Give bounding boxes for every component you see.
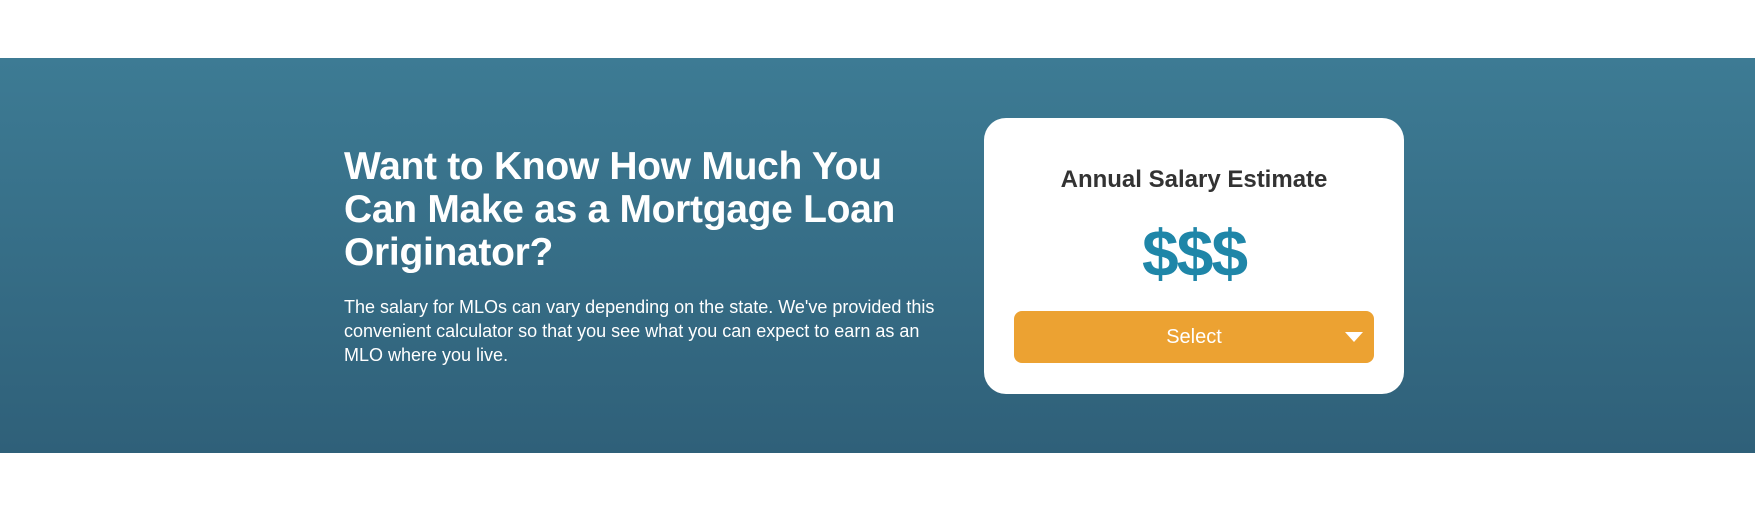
salary-calculator-card: Annual Salary Estimate $$$ Select [984, 118, 1404, 394]
state-select-label: Select [1166, 326, 1222, 348]
hero-headline: Want to Know How Much You Can Make as a … [344, 145, 896, 274]
chevron-down-icon [1345, 332, 1363, 342]
calculator-title: Annual Salary Estimate [1060, 166, 1328, 193]
hero-description: The salary for MLOs can vary depending o… [344, 297, 935, 365]
hero-text-block: Want to Know How Much You Can Make as a … [344, 145, 944, 367]
state-select-dropdown[interactable]: Select [1014, 311, 1374, 363]
salary-hero-section: Want to Know How Much You Can Make as a … [0, 58, 1755, 453]
salary-amount: $$$ [1141, 216, 1248, 290]
